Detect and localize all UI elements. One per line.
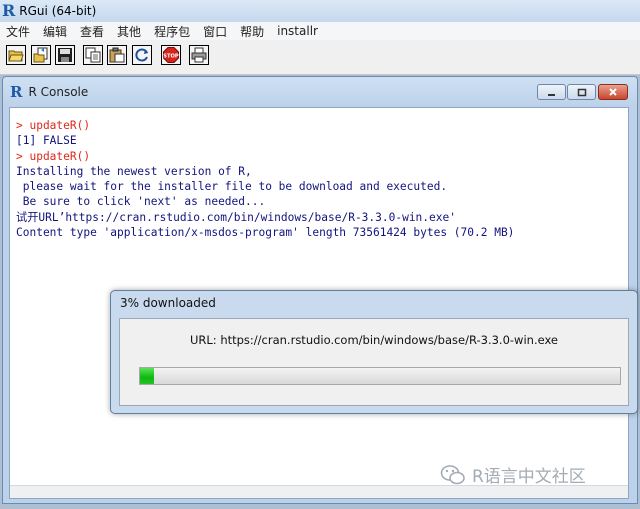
copy-button[interactable]: [83, 45, 103, 65]
download-url-label: URL: https://cran.rstudio.com/bin/window…: [189, 333, 559, 347]
r-logo-icon: R: [10, 83, 23, 101]
save-button[interactable]: [55, 45, 75, 65]
print-button[interactable]: [189, 45, 209, 65]
console-line: > updateR(): [16, 149, 91, 163]
paste-button[interactable]: [107, 45, 127, 65]
save-icon: [58, 48, 72, 62]
progress-dialog-title: 3% downloaded: [120, 296, 216, 310]
paste-icon: [109, 47, 125, 63]
wechat-icon: [440, 464, 465, 484]
open-script-button[interactable]: [6, 45, 26, 65]
console-line: Installing the newest version of R,: [16, 164, 252, 178]
menu-view[interactable]: 查看: [74, 23, 111, 40]
minimize-button[interactable]: [537, 84, 566, 100]
svg-text:STOP: STOP: [163, 54, 179, 60]
stop-button[interactable]: STOP: [161, 45, 181, 65]
console-titlebar[interactable]: R R Console: [3, 77, 637, 107]
menu-packages[interactable]: 程序包: [148, 23, 197, 40]
console-line: 试开URL’https://cran.rstudio.com/bin/windo…: [16, 210, 456, 224]
load-workspace-icon: [33, 47, 48, 63]
download-progress-dialog: 3% downloaded URL: https://cran.rstudio.…: [110, 290, 638, 414]
menu-edit[interactable]: 编辑: [37, 23, 74, 40]
watermark-text: R语言中文社区: [472, 467, 586, 487]
progress-panel: URL: https://cran.rstudio.com/bin/window…: [119, 318, 629, 406]
console-line: [1] FALSE: [16, 134, 77, 148]
console-line: please wait for the installer file to be…: [16, 180, 448, 194]
close-icon: [609, 88, 617, 96]
console-line: > updateR(): [16, 119, 91, 132]
console-text: > updateR() [1] FALSE > updateR() Installin…: [16, 118, 514, 240]
maximize-button[interactable]: [567, 84, 596, 100]
console-line: Content type 'application/x-msdos-progra…: [16, 226, 515, 240]
restore-icon: [577, 88, 586, 96]
menu-bar: 文件 编辑 查看 其他 程序包 窗口 帮助 installr: [0, 22, 640, 40]
menu-misc[interactable]: 其他: [111, 23, 148, 40]
console-title: R Console: [28, 85, 89, 99]
app-title: RGui (64-bit): [19, 4, 97, 18]
toolbar: STOP: [0, 40, 640, 75]
app-titlebar: R RGui (64-bit): [0, 0, 640, 22]
r-logo-icon: R: [2, 1, 16, 20]
menu-windows[interactable]: 窗口: [197, 23, 234, 40]
load-workspace-button[interactable]: [31, 45, 51, 65]
copy-icon: [85, 47, 101, 63]
refresh-button[interactable]: [132, 45, 152, 65]
stop-icon: STOP: [163, 47, 179, 63]
console-line: Be sure to click 'next' as needed...: [16, 195, 266, 209]
menu-file[interactable]: 文件: [0, 23, 37, 40]
refresh-icon: [135, 48, 148, 62]
open-script-icon: [8, 50, 24, 62]
watermark: R语言中文社区: [440, 462, 586, 487]
close-button[interactable]: [598, 84, 628, 100]
print-icon: [191, 47, 207, 63]
menu-help[interactable]: 帮助: [234, 23, 271, 40]
menu-installr[interactable]: installr: [271, 24, 325, 38]
progress-bar-fill: [140, 368, 155, 384]
minimize-icon: [548, 93, 555, 96]
progress-bar: [139, 367, 621, 385]
